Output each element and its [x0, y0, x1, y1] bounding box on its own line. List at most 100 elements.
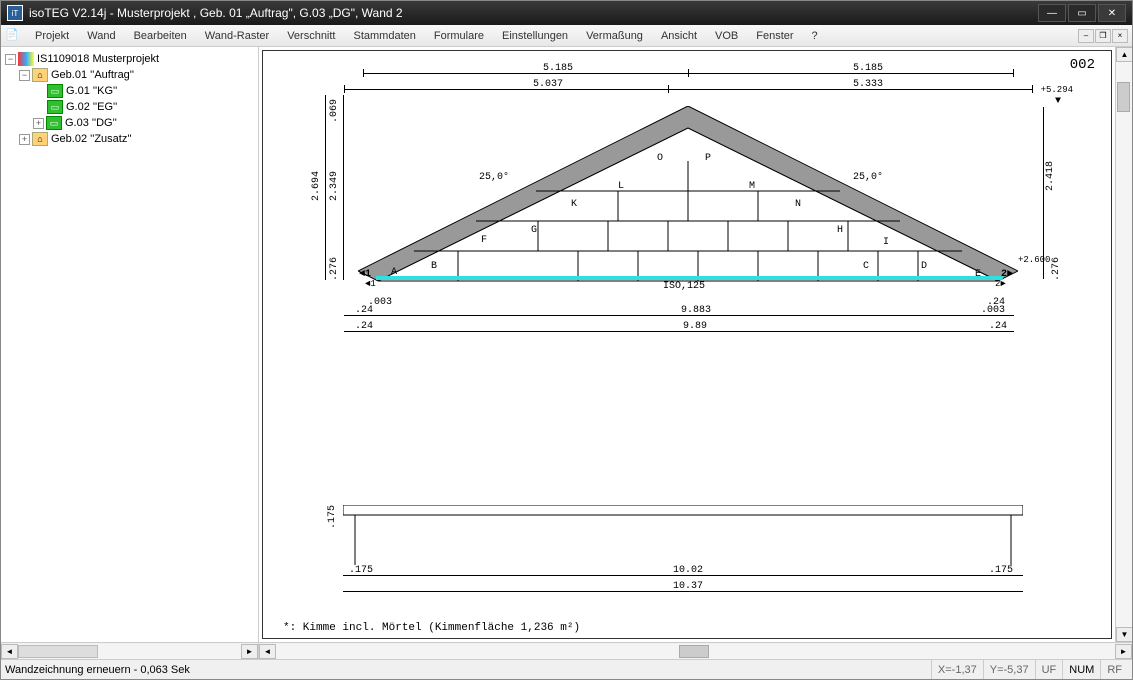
menu-bearbeiten[interactable]: Bearbeiten — [126, 28, 195, 44]
point-2b-marker: 2► — [995, 279, 1006, 289]
scroll-left-button[interactable]: ◄ — [259, 644, 276, 659]
project-tree-sidebar: − IS1109018 Musterprojekt − ⌂ Geb.01 ''A… — [1, 47, 259, 659]
angle-left-label: 25,0° — [479, 172, 509, 183]
dim-2418: 2.418 — [1045, 161, 1056, 191]
status-uf: UF — [1035, 660, 1063, 679]
house-icon: ⌂ — [32, 132, 48, 146]
close-button[interactable]: ✕ — [1098, 4, 1126, 22]
menu-help[interactable]: ? — [804, 28, 826, 44]
drawing-canvas-area: 002 5.185 5.185 5.037 5.333 — [259, 47, 1132, 659]
menu-stammdaten[interactable]: Stammdaten — [346, 28, 424, 44]
hscroll-thumb[interactable] — [679, 645, 709, 658]
house-icon: ⌂ — [32, 68, 48, 82]
menu-vob[interactable]: VOB — [707, 28, 746, 44]
titlebar: iT isoTEG V2.14j - Musterprojekt , Geb. … — [1, 1, 1132, 25]
dim-276-left: .276 — [329, 257, 340, 281]
menu-wand-raster[interactable]: Wand-Raster — [197, 28, 277, 44]
scroll-thumb[interactable] — [18, 645, 98, 658]
tree-g03[interactable]: + ▭ G.03 ''DG'' — [5, 115, 254, 131]
scroll-left-button[interactable]: ◄ — [1, 644, 18, 659]
dim-175l: .175 — [349, 565, 373, 576]
menu-vermassung[interactable]: Vermaßung — [578, 28, 651, 44]
canvas-hscroll[interactable]: ◄ ► — [259, 642, 1132, 659]
tree-label: G.02 ''EG'' — [66, 101, 117, 113]
scroll-right-button[interactable]: ► — [241, 644, 258, 659]
statusbar: Wandzeichnung erneuern - 0,063 Sek X=-1,… — [1, 659, 1132, 679]
block-b: B — [431, 261, 437, 272]
minimize-button[interactable]: — — [1038, 4, 1066, 22]
menu-verschnitt[interactable]: Verschnitt — [279, 28, 343, 44]
dim-24r2: .24 — [989, 321, 1007, 332]
dim-24l: .24 — [355, 305, 373, 316]
menu-formulare[interactable]: Formulare — [426, 28, 492, 44]
tree-label: G.03 ''DG'' — [65, 117, 117, 129]
expander-icon[interactable]: − — [19, 70, 30, 81]
status-message: Wandzeichnung erneuern - 0,063 Sek — [5, 664, 931, 676]
block-l: L — [618, 181, 624, 192]
scroll-up-button[interactable]: ▲ — [1116, 47, 1132, 62]
tree-geb01[interactable]: − ⌂ Geb.01 ''Auftrag'' — [5, 67, 254, 83]
sidebar-scrollbar[interactable]: ◄ ► — [1, 642, 258, 659]
block-n: N — [795, 199, 801, 210]
menu-fenster[interactable]: Fenster — [748, 28, 801, 44]
dim-276-right: .276 — [1051, 257, 1062, 281]
annot-2600: +2.600 — [1018, 255, 1050, 265]
floor-icon: ▭ — [46, 116, 62, 130]
gable-drawing — [358, 106, 1018, 286]
iso-line — [376, 276, 1003, 280]
dim-5037: 5.037 — [533, 79, 563, 90]
tree-root[interactable]: − IS1109018 Musterprojekt — [5, 51, 254, 67]
angle-right-label: 25,0° — [853, 172, 883, 183]
dim-989: 9.89 — [683, 321, 707, 332]
dim-069: .069 — [329, 99, 340, 123]
menu-projekt[interactable]: Projekt — [27, 28, 77, 44]
point-1b-marker: ◄1 — [365, 279, 376, 289]
iso-label: ISO,125 — [663, 281, 705, 292]
tree-label: G.01 ''KG'' — [66, 85, 117, 97]
project-icon — [18, 52, 34, 66]
menu-app-icon: 📄 — [5, 28, 21, 44]
mdi-close-button[interactable]: × — [1112, 29, 1128, 43]
block-m: M — [749, 181, 755, 192]
tree-g02[interactable]: ▭ G.02 ''EG'' — [5, 99, 254, 115]
page-number: 002 — [1070, 57, 1095, 73]
dim-1037: 10.37 — [673, 581, 703, 592]
window-title: isoTEG V2.14j - Musterprojekt , Geb. 01 … — [29, 6, 1038, 20]
tree-geb02[interactable]: + ⌂ Geb.02 ''Zusatz'' — [5, 131, 254, 147]
status-coord-x: X=-1,37 — [931, 660, 983, 679]
floor-icon: ▭ — [47, 100, 63, 114]
footnote-text: *: Kimme incl. Mörtel (Kimmenfläche 1,23… — [283, 622, 580, 634]
app-icon: iT — [7, 5, 23, 21]
expander-icon[interactable]: − — [5, 54, 16, 65]
canvas-vscroll[interactable]: ▲ ▼ — [1115, 47, 1132, 642]
scroll-down-button[interactable]: ▼ — [1116, 627, 1132, 642]
tree-label: Geb.02 ''Zusatz'' — [51, 133, 132, 145]
vscroll-thumb[interactable] — [1117, 82, 1130, 112]
dim-175v: .175 — [327, 505, 338, 529]
floor-icon: ▭ — [47, 84, 63, 98]
menu-ansicht[interactable]: Ansicht — [653, 28, 705, 44]
project-tree[interactable]: − IS1109018 Musterprojekt − ⌂ Geb.01 ''A… — [1, 47, 258, 642]
tree-label: Geb.01 ''Auftrag'' — [51, 69, 134, 81]
block-o: O — [657, 153, 663, 164]
status-num: NUM — [1062, 660, 1100, 679]
block-f: F — [481, 235, 487, 246]
dim-2349: 2.349 — [329, 171, 340, 201]
menu-einstellungen[interactable]: Einstellungen — [494, 28, 576, 44]
dim-2694: 2.694 — [311, 171, 322, 201]
block-i: I — [883, 237, 889, 248]
annot-5294: +5.294 — [1041, 85, 1073, 95]
tree-g01[interactable]: ▭ G.01 ''KG'' — [5, 83, 254, 99]
mdi-restore-button[interactable]: ❐ — [1095, 29, 1111, 43]
drawing-canvas[interactable]: 002 5.185 5.185 5.037 5.333 — [262, 50, 1112, 639]
mdi-minimize-button[interactable]: – — [1078, 29, 1094, 43]
status-coord-y: Y=-5,37 — [983, 660, 1035, 679]
expander-icon[interactable]: + — [33, 118, 44, 129]
maximize-button[interactable]: ▭ — [1068, 4, 1096, 22]
status-rf: RF — [1100, 660, 1128, 679]
dim-9883: 9.883 — [681, 305, 711, 316]
scroll-right-button[interactable]: ► — [1115, 644, 1132, 659]
expander-icon[interactable]: + — [19, 134, 30, 145]
menu-wand[interactable]: Wand — [79, 28, 123, 44]
block-d: D — [921, 261, 927, 272]
